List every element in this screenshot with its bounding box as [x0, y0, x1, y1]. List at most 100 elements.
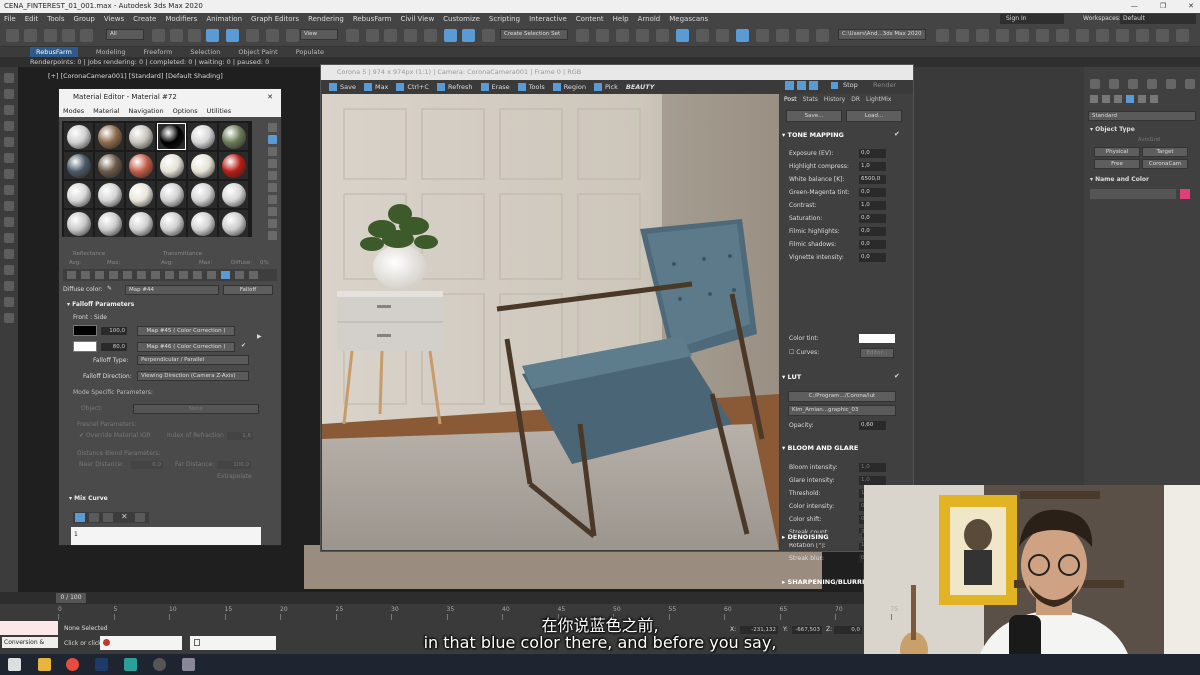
toolbar-tool-icon[interactable] — [596, 29, 609, 42]
tool-icon[interactable] — [4, 185, 14, 195]
delete-point-icon[interactable]: ✕ — [121, 512, 128, 521]
material-slot[interactable] — [95, 123, 124, 150]
scale-point-icon[interactable] — [89, 513, 99, 522]
tool-icon[interactable] — [4, 281, 14, 291]
bloom-param-field[interactable]: 1,0 — [859, 476, 886, 485]
menu-content[interactable]: Content — [576, 15, 604, 23]
material-toolbar-icon[interactable] — [249, 271, 258, 279]
object-button[interactable]: None — [133, 404, 259, 414]
material-slot[interactable] — [219, 181, 248, 208]
menu-file[interactable]: File — [4, 15, 16, 23]
object-type-header[interactable]: ▾ Object Type — [1090, 126, 1135, 133]
toolbar-tool-icon[interactable] — [80, 29, 93, 42]
side-amount-field[interactable]: 80,0 — [101, 343, 127, 351]
command-tab-icon[interactable] — [1185, 79, 1195, 89]
tone-mapping-header[interactable]: ▾ TONE MAPPING — [782, 131, 844, 139]
menu-animation[interactable]: Animation — [206, 15, 242, 23]
render-panel-tab-post[interactable]: Post — [784, 94, 797, 106]
ior-field[interactable]: 1,6 — [227, 432, 253, 440]
obs-icon[interactable] — [153, 658, 166, 671]
tool-icon[interactable] — [4, 105, 14, 115]
denoising-header[interactable]: ▸ DENOISING — [780, 533, 862, 543]
map-name-dropdown[interactable]: Map #44 — [125, 285, 219, 295]
menu-arnold[interactable]: Arnold — [638, 15, 661, 23]
material-menu-modes[interactable]: Modes — [63, 105, 84, 117]
material-tool-icon[interactable] — [268, 183, 277, 192]
toolbar-tool-icon[interactable] — [816, 29, 829, 42]
toolbar-tool-icon[interactable] — [1036, 29, 1049, 42]
toolbar-tool-icon[interactable] — [384, 29, 397, 42]
toolbar-tool-icon[interactable] — [62, 29, 75, 42]
material-slot[interactable] — [219, 210, 248, 237]
tone-mapping-checkbox[interactable]: ✔ — [894, 130, 900, 138]
toolbar-tool-icon[interactable] — [226, 29, 239, 42]
toolbar-tool-icon[interactable] — [796, 29, 809, 42]
tone-param-field[interactable]: 0,0 — [859, 214, 886, 223]
material-tool-icon[interactable] — [268, 123, 277, 132]
material-slot[interactable] — [64, 210, 93, 237]
object-type-target-button[interactable]: Target — [1142, 147, 1188, 157]
toolbar-tool-icon[interactable] — [996, 29, 1009, 42]
time-slider[interactable]: 0 / 100 — [0, 592, 864, 604]
material-slot[interactable] — [219, 123, 248, 150]
toolbar-tool-icon[interactable] — [1136, 29, 1149, 42]
toolbar-tool-icon[interactable] — [1116, 29, 1129, 42]
material-tool-icon[interactable] — [268, 147, 277, 156]
toolbar-tool-icon[interactable] — [246, 29, 259, 42]
material-menu-navigation[interactable]: Navigation — [129, 105, 164, 117]
material-slot[interactable] — [64, 152, 93, 179]
toolbar-tool-icon[interactable] — [462, 29, 475, 42]
material-toolbar-icon[interactable] — [221, 271, 230, 279]
sign-in-dropdown[interactable]: Sign In — [1000, 14, 1064, 24]
toolbar-tool-icon[interactable] — [576, 29, 589, 42]
material-slot[interactable] — [157, 123, 186, 150]
tool-icon[interactable] — [4, 153, 14, 163]
tone-param-field[interactable]: 0,0 — [859, 253, 886, 262]
lut-header[interactable]: ▾ LUT — [782, 373, 801, 381]
lut-checkbox[interactable]: ✔ — [894, 372, 900, 380]
autogrid-checkbox[interactable]: AutoGrid — [1138, 137, 1160, 143]
material-slot[interactable] — [188, 210, 217, 237]
toolbar-tool-icon[interactable] — [1096, 29, 1109, 42]
add-point-icon[interactable] — [103, 513, 113, 522]
override-ior-checkbox[interactable]: ✔ Override Material IOR — [79, 432, 151, 439]
tone-param-field[interactable]: 1,0 — [859, 162, 886, 171]
material-slot[interactable] — [157, 210, 186, 237]
tone-param-field[interactable]: 0,0 — [859, 149, 886, 158]
windows-start-icon[interactable] — [8, 658, 21, 671]
command-tab-icon[interactable] — [1109, 79, 1119, 89]
material-tool-icon[interactable] — [268, 159, 277, 168]
render-panel-tab-history[interactable]: History — [824, 94, 845, 106]
selection-filter-dropdown[interactable]: All — [106, 29, 144, 40]
menu-group[interactable]: Group — [74, 15, 95, 23]
ribbon-tab-modeling[interactable]: Modeling — [96, 47, 126, 57]
command-tab-icon[interactable] — [1147, 79, 1157, 89]
material-toolbar-icon[interactable] — [123, 271, 132, 279]
render-toolbar-tools[interactable]: Tools — [517, 82, 545, 91]
name-color-header[interactable]: ▾ Name and Color — [1090, 176, 1149, 183]
toolbar-tool-icon[interactable] — [482, 29, 495, 42]
menu-modifiers[interactable]: Modifiers — [165, 15, 197, 23]
menu-customize[interactable]: Customize — [443, 15, 480, 23]
mix-curve-graph[interactable]: 1 — [71, 527, 261, 545]
toolbar-tool-icon[interactable] — [736, 29, 749, 42]
menu-rebusfarm[interactable]: RebusFarm — [353, 15, 392, 23]
object-color-swatch[interactable] — [1180, 189, 1190, 199]
material-tool-icon[interactable] — [268, 195, 277, 204]
toolbar-tool-icon[interactable] — [956, 29, 969, 42]
toolbar-tool-icon[interactable] — [206, 29, 219, 42]
file-explorer-icon[interactable] — [38, 658, 51, 671]
lut-path-button[interactable]: C:/Program.../Corona/lut — [788, 391, 896, 402]
material-slot[interactable] — [188, 123, 217, 150]
app-icon[interactable] — [182, 658, 195, 671]
command-tab-icon[interactable] — [1166, 79, 1176, 89]
material-menu-options[interactable]: Options — [173, 105, 198, 117]
render-panel-tab-dr[interactable]: DR — [851, 94, 860, 106]
selection-set-dropdown[interactable]: Create Selection Set — [500, 29, 568, 40]
fit-icon[interactable] — [797, 81, 806, 90]
command-tab-icon[interactable] — [1128, 79, 1138, 89]
tool-icon[interactable] — [4, 169, 14, 179]
material-slot[interactable] — [157, 152, 186, 179]
render-toolbar-beauty[interactable]: BEAUTY — [626, 83, 655, 91]
toolbar-tool-icon[interactable] — [716, 29, 729, 42]
